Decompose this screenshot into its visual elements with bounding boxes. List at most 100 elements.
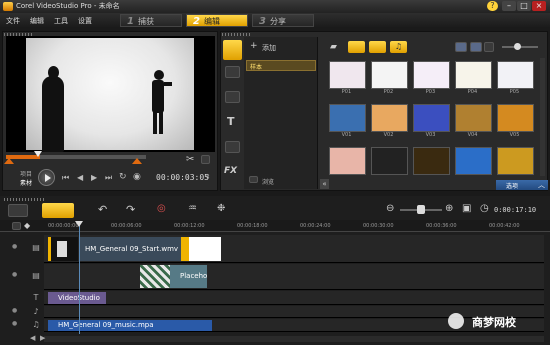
duration-clock-icon[interactable]: ◷ <box>480 203 489 214</box>
zoom-in-icon[interactable]: ⊕ <box>445 203 453 214</box>
library-item[interactable]: P02 <box>371 61 408 95</box>
transition-icon[interactable] <box>225 91 240 103</box>
filter-icon[interactable]: FX <box>224 166 237 176</box>
add-folder-button[interactable]: 添加 <box>262 43 276 53</box>
video-clip-next-thumbnail[interactable] <box>189 237 221 261</box>
timeline-view-icon[interactable] <box>42 203 74 218</box>
library-item[interactable] <box>455 147 492 175</box>
auto-music-icon[interactable]: ❉ <box>217 203 225 214</box>
library-item[interactable] <box>329 147 366 175</box>
library-item-thumbnail[interactable] <box>413 147 450 175</box>
library-item-thumbnail[interactable] <box>329 147 366 175</box>
library-item-thumbnail[interactable] <box>371 104 408 132</box>
library-item[interactable]: V04 <box>455 104 492 138</box>
library-item-thumbnail[interactable] <box>329 104 366 132</box>
library-item[interactable]: P01 <box>329 61 366 95</box>
scroll-left-icon[interactable]: ◀ <box>30 334 35 342</box>
library-item[interactable] <box>413 147 450 175</box>
music-clip[interactable]: HM_General 09_music.mpa <box>48 320 212 331</box>
library-item-thumbnail[interactable] <box>413 61 450 89</box>
enlarge-icon[interactable] <box>201 155 210 164</box>
menu-settings[interactable]: 设置 <box>78 16 92 26</box>
minimize-button[interactable]: – <box>502 1 516 11</box>
overlay-track-toggle-icon[interactable]: ● <box>12 271 17 278</box>
list-view-icon[interactable] <box>455 42 467 52</box>
video-clip[interactable]: HM_General 09_Start.wmv <box>79 237 181 261</box>
video-track-icon[interactable]: ▤ <box>30 243 42 253</box>
library-item-thumbnail[interactable] <box>371 61 408 89</box>
title-clip[interactable]: VideoStudio <box>48 292 106 304</box>
library-item-thumbnail[interactable] <box>497 104 534 132</box>
redo-icon[interactable]: ↷ <box>126 203 135 216</box>
title-track-icon[interactable]: T <box>30 293 42 303</box>
music-track-icon[interactable]: ♫ <box>30 320 42 330</box>
library-item[interactable] <box>371 147 408 175</box>
trim-start-marker[interactable] <box>4 158 14 164</box>
menu-tools[interactable]: 工具 <box>54 16 68 26</box>
maximize-button[interactable]: □ <box>517 1 531 11</box>
library-item-thumbnail[interactable] <box>413 104 450 132</box>
mode-project[interactable]: 项目 <box>20 169 32 178</box>
fit-project-icon[interactable]: ▣ <box>462 203 471 214</box>
timecode-display[interactable]: 00:00:03:05 <box>156 173 209 182</box>
timeline-playhead[interactable] <box>79 224 80 334</box>
browse-icon[interactable] <box>249 176 258 183</box>
library-item-thumbnail[interactable] <box>329 61 366 89</box>
video-track-toggle-icon[interactable]: ● <box>12 243 17 250</box>
tab-edit[interactable]: 2 编辑 <box>186 14 248 27</box>
close-button[interactable]: × <box>532 1 546 11</box>
library-item[interactable]: V02 <box>371 104 408 138</box>
library-scrollbar[interactable] <box>540 58 545 176</box>
title-icon[interactable]: T <box>227 115 235 128</box>
storyboard-view-icon[interactable] <box>8 204 28 217</box>
to-end-icon[interactable]: ⏭ <box>105 173 112 183</box>
menu-edit[interactable]: 编辑 <box>30 16 44 26</box>
library-item[interactable]: V03 <box>413 104 450 138</box>
tab-share[interactable]: 3 分享 <box>252 14 314 27</box>
library-item-thumbnail[interactable] <box>455 104 492 132</box>
options-chevron-icon[interactable]: ︿ <box>538 180 545 190</box>
record-capture-icon[interactable]: ◎ <box>157 203 166 214</box>
undo-icon[interactable]: ↶ <box>98 203 107 216</box>
overlay-clip-thumbnail[interactable] <box>140 265 170 288</box>
show-videos-icon[interactable] <box>348 41 365 53</box>
timecode-stepper-icon[interactable]: ⇕ <box>205 173 211 181</box>
sort-icon[interactable] <box>484 42 494 52</box>
next-frame-icon[interactable]: ▶ <box>91 173 97 182</box>
help-button[interactable]: ? <box>487 1 498 11</box>
library-item-thumbnail[interactable] <box>371 147 408 175</box>
add-marker-icon[interactable]: ◆ <box>24 221 30 230</box>
sound-mixer-icon[interactable]: ♒ <box>188 203 197 214</box>
thumbnail-view-icon[interactable] <box>470 42 482 52</box>
video-clip-thumbnail[interactable] <box>48 237 78 261</box>
trim-end-marker[interactable] <box>132 158 142 164</box>
tab-capture[interactable]: 1 捕获 <box>120 14 182 27</box>
media-category-icon[interactable] <box>223 40 242 60</box>
prev-frame-icon[interactable]: ◀ <box>77 173 83 182</box>
volume-icon[interactable]: ◉ <box>133 172 141 182</box>
library-item[interactable]: P05 <box>497 61 534 95</box>
playhead-marker[interactable] <box>34 151 42 157</box>
zoom-out-icon[interactable]: ⊖ <box>386 203 394 214</box>
mode-clip[interactable]: 素材 <box>20 178 32 187</box>
collapse-library-icon[interactable]: « <box>320 179 329 189</box>
thumbnail-size-handle[interactable] <box>514 43 521 50</box>
menu-file[interactable]: 文件 <box>6 16 20 26</box>
library-item-thumbnail[interactable] <box>455 61 492 89</box>
library-item[interactable]: P04 <box>455 61 492 95</box>
track-manager-icon[interactable] <box>12 222 21 230</box>
music-track-toggle-icon[interactable]: ● <box>12 320 17 327</box>
instant-project-icon[interactable] <box>225 66 240 78</box>
timeline-playhead-handle[interactable] <box>75 221 83 227</box>
play-button[interactable] <box>38 169 55 186</box>
repeat-icon[interactable]: ↻ <box>119 172 127 182</box>
show-audio-icon[interactable]: ♫ <box>390 41 407 53</box>
library-item[interactable]: V01 <box>329 104 366 138</box>
title-track[interactable] <box>44 291 544 305</box>
library-item-thumbnail[interactable] <box>497 147 534 175</box>
library-item-thumbnail[interactable] <box>455 147 492 175</box>
to-start-icon[interactable]: ⏮ <box>62 173 69 183</box>
library-item[interactable]: V05 <box>497 104 534 138</box>
library-item[interactable]: P03 <box>413 61 450 95</box>
zoom-slider-handle[interactable] <box>417 205 425 214</box>
